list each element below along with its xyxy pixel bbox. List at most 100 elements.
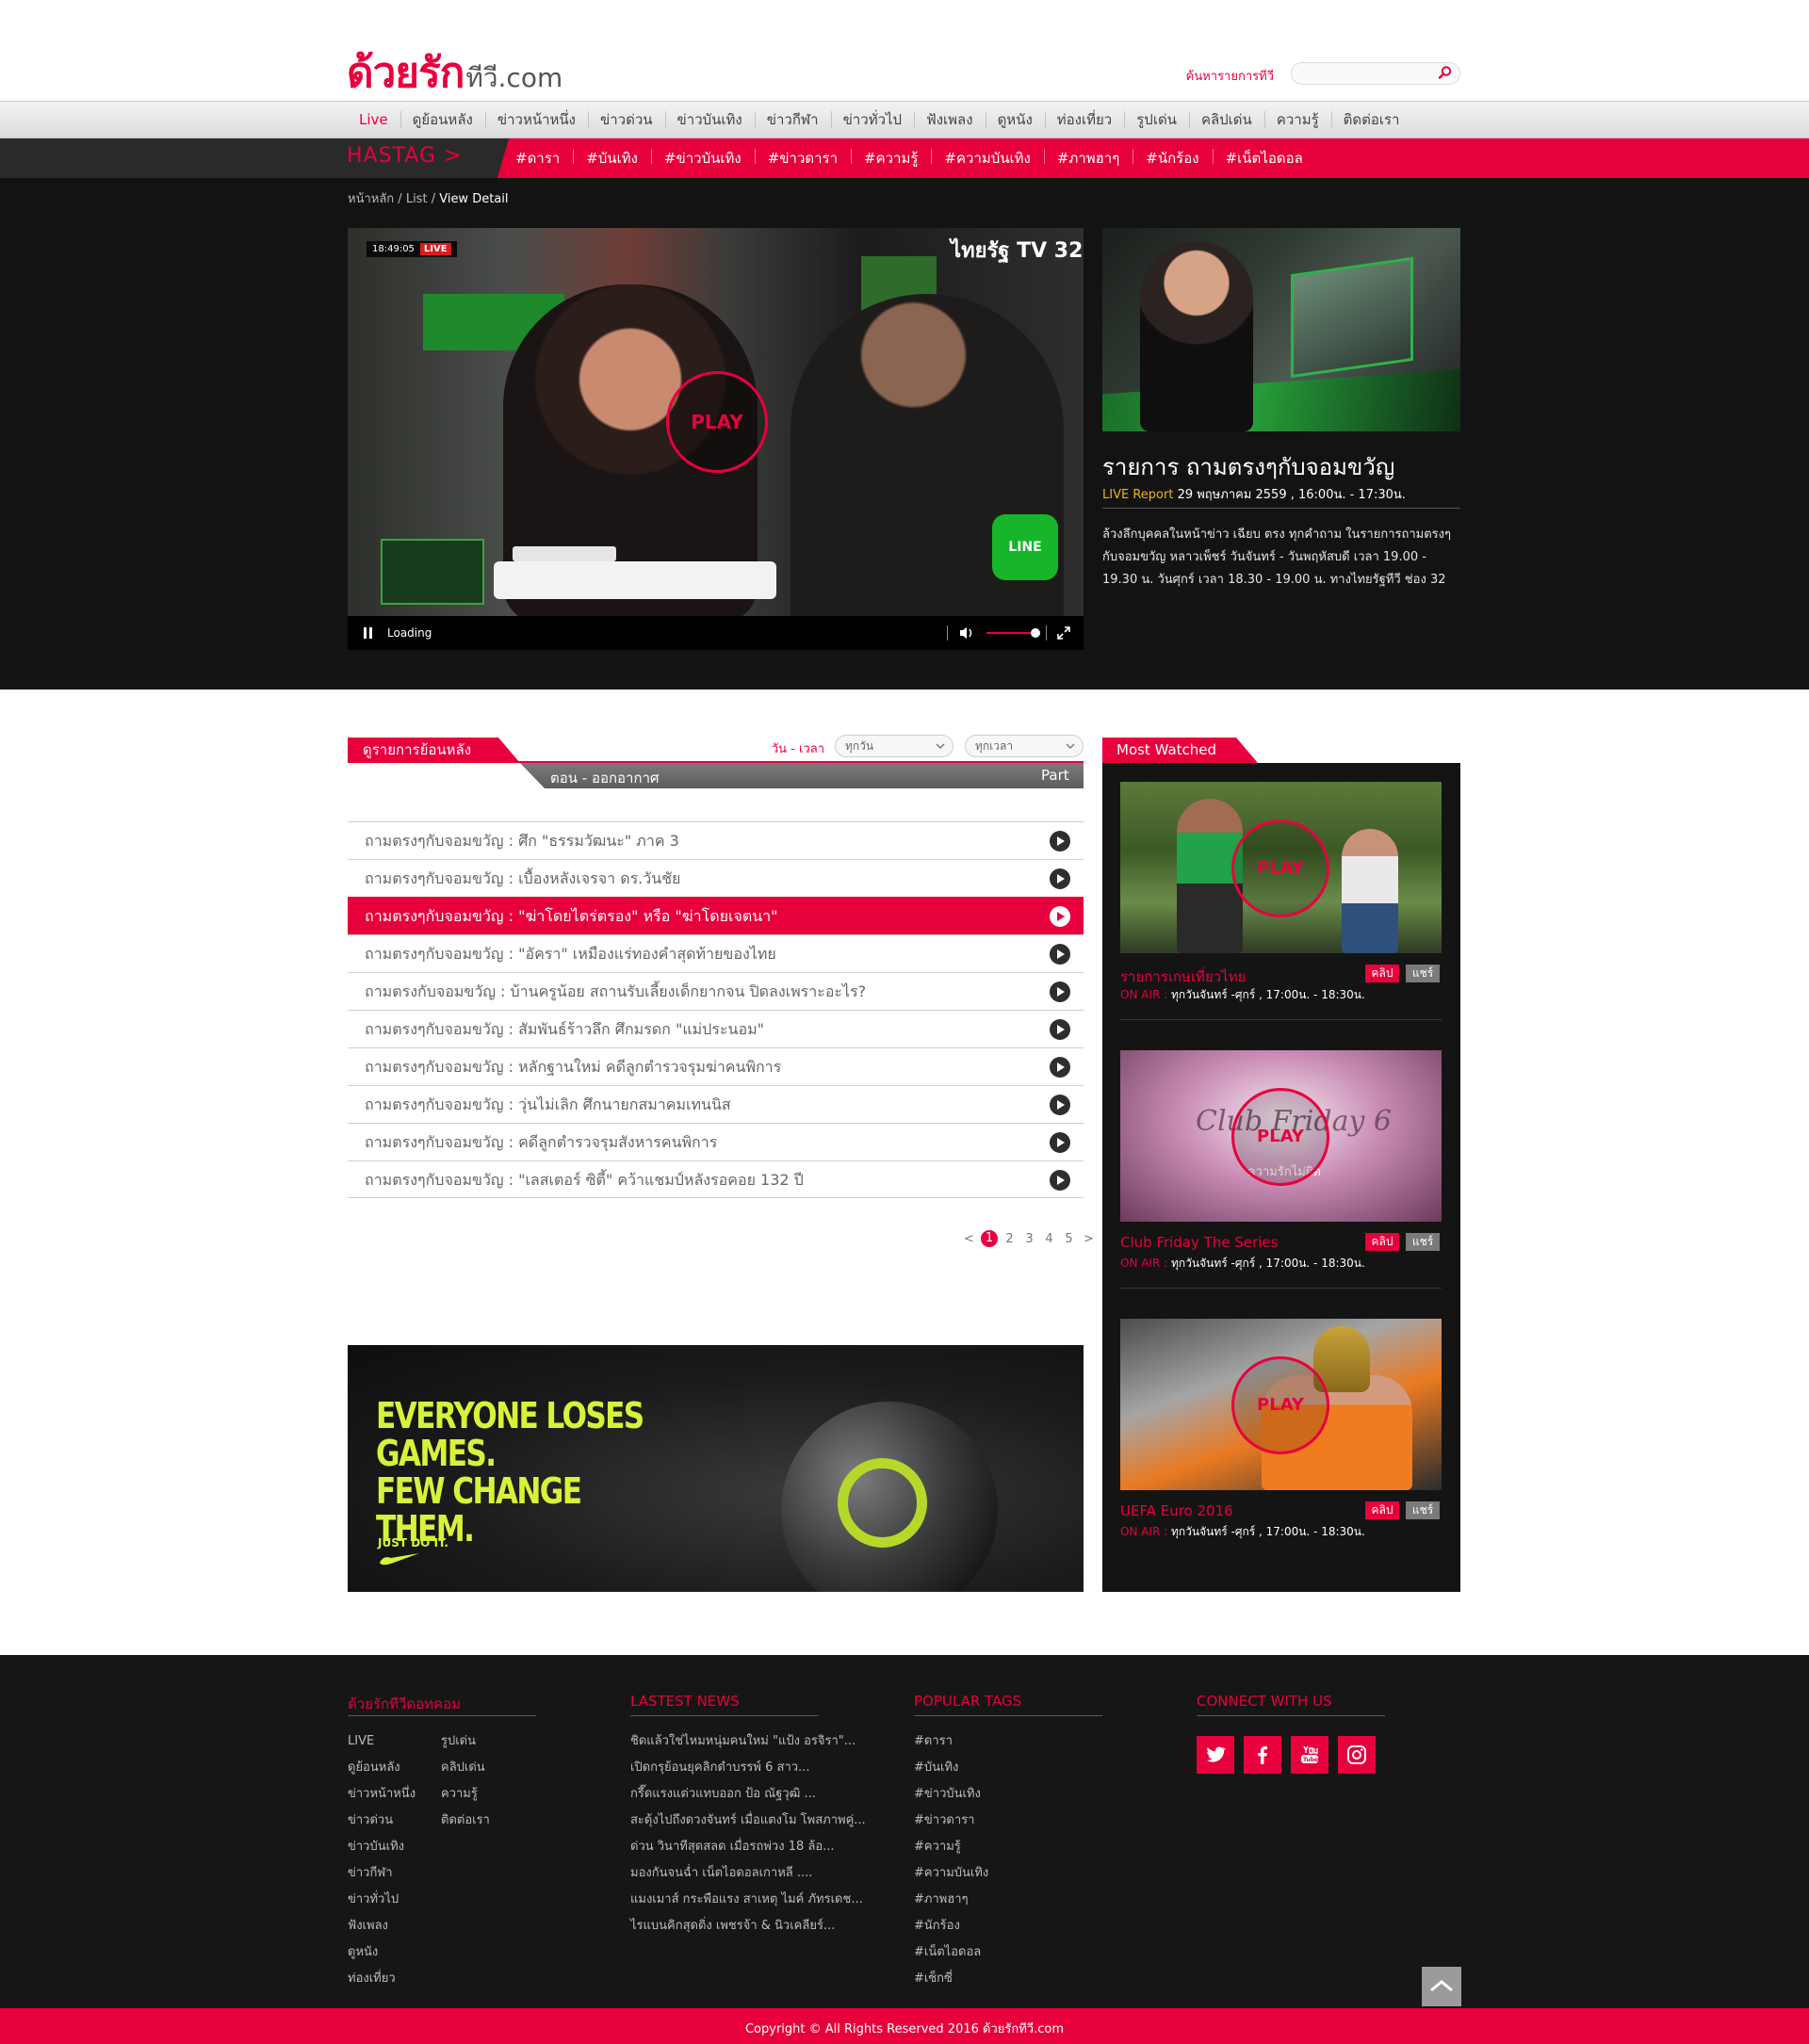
footer-news-link[interactable]: ด่วน วินาทีสุดสลด เมื่อรถพ่วง 18 ล้อ... (630, 1834, 866, 1860)
pagination-page-current[interactable]: 1 (981, 1230, 998, 1247)
clip-button[interactable]: คลิป (1365, 1501, 1399, 1519)
youtube-icon[interactable]: Tube (1291, 1736, 1328, 1774)
play-button-label[interactable]: PLAY (666, 371, 768, 473)
footer-tag-link[interactable]: #ข่าวดารา (914, 1808, 988, 1834)
episode-row[interactable]: ถามตรงๆกับจอมขวัญ : คดีลูกตำรวจรุมสังหาร… (348, 1123, 1084, 1160)
hashtag-item[interactable]: #เน็ตไอดอล (1212, 147, 1316, 170)
hashtag-item[interactable]: #ข่าวบันเทิง (650, 147, 755, 170)
back-to-top-button[interactable] (1422, 1967, 1461, 2006)
nav-item-front-page-news[interactable]: ข่าวหน้าหนึ่ง (484, 101, 588, 138)
nav-item-contact[interactable]: ติดต่อเรา (1330, 101, 1412, 138)
share-button[interactable]: แชร์ (1406, 1233, 1440, 1251)
nav-item-featured-photos[interactable]: รูปเด่น (1124, 101, 1189, 138)
most-watched-thumbnail[interactable]: PLAY (1120, 782, 1442, 953)
play-circle-icon[interactable] (1050, 944, 1070, 965)
video-frame[interactable]: 18:49:05 LIVE ไทยรัฐ TV 32 LINE PLAY (348, 228, 1084, 616)
play-circle-icon[interactable] (1050, 1057, 1070, 1078)
play-button-label[interactable]: PLAY (1231, 1088, 1329, 1186)
footer-link[interactable]: LIVE (348, 1728, 416, 1755)
nav-item-breaking-news[interactable]: ข่าวด่วน (587, 101, 665, 138)
play-circle-icon[interactable] (1050, 1132, 1070, 1153)
pagination-page[interactable]: 3 (1019, 1232, 1039, 1246)
footer-link[interactable]: ท่องเที่ยว (348, 1966, 416, 1992)
footer-news-link[interactable]: ไรแบนคิกสุดติ่ง เพชรจ้า & นิวเคลียร์... (630, 1913, 866, 1939)
footer-tag-link[interactable]: #ภาพฮาๆ (914, 1887, 988, 1913)
footer-news-link[interactable]: แมงเมาส์ กระพือแรง สาเหตุ ไมค์ ภัทรเดช..… (630, 1887, 866, 1913)
play-circle-icon[interactable] (1050, 1095, 1070, 1115)
site-logo[interactable]: ด้วยรัก ทีวี.com (347, 40, 562, 105)
nav-item-entertainment-news[interactable]: ข่าวบันเทิง (664, 101, 755, 138)
footer-tag-link[interactable]: #ข่าวบันเทิง (914, 1781, 988, 1808)
pagination-page[interactable]: 5 (1059, 1232, 1079, 1246)
share-button[interactable]: แชร์ (1406, 965, 1440, 982)
fullscreen-icon[interactable] (1056, 625, 1071, 641)
hashtag-item[interactable]: #ความรู้ (851, 147, 931, 170)
footer-link[interactable]: ดูหนัง (348, 1939, 416, 1966)
footer-news-link[interactable]: สะดุ้งไปถึงดวงจันทร์ เมื่อแตงโม โพสภาพคู… (630, 1808, 866, 1834)
pause-icon[interactable] (362, 626, 375, 640)
volume-icon[interactable] (958, 625, 975, 641)
play-circle-icon[interactable] (1050, 906, 1070, 927)
pagination-next[interactable]: > (1079, 1232, 1099, 1246)
footer-link[interactable]: ข่าวกีฬา (348, 1860, 416, 1887)
episode-row[interactable]: ถามตรงๆกับจอมขวัญ : ศึก "ธรรมวัฒนะ" ภาค … (348, 821, 1084, 859)
footer-news-link[interactable]: เปิดกรุย้อนยุคลิกดำบรรพ์ 6 สาว... (630, 1755, 866, 1781)
hashtag-item[interactable]: #บันเทิง (573, 147, 651, 170)
episode-row[interactable]: ถามตรงๆกับจอมขวัญ : เบื้องหลังเจรจา ดร.ว… (348, 859, 1084, 897)
breadcrumb-home[interactable]: หน้าหลัก (348, 192, 394, 206)
day-select[interactable]: ทุกวัน (835, 735, 953, 757)
footer-tag-link[interactable]: #ความรู้ (914, 1834, 988, 1860)
footer-link[interactable]: ติดต่อเรา (441, 1808, 490, 1834)
footer-link[interactable]: ดูย้อนหลัง (348, 1755, 416, 1781)
nav-item-live[interactable]: Live (347, 101, 400, 138)
twitter-icon[interactable] (1197, 1736, 1234, 1774)
play-button-label[interactable]: PLAY (1231, 1356, 1329, 1454)
episode-row[interactable]: ถามตรงๆกับจอมขวัญ : สัมพันธ์ร้าวลึก ศึกม… (348, 1010, 1084, 1047)
play-circle-icon[interactable] (1050, 1019, 1070, 1040)
pagination-prev[interactable]: < (959, 1232, 979, 1246)
clip-button[interactable]: คลิป (1365, 965, 1399, 982)
search-icon[interactable] (1438, 65, 1453, 80)
most-watched-thumbnail[interactable]: PLAY (1120, 1319, 1442, 1490)
episode-row[interactable]: ถามตรงๆกับจอมขวัญ : หลักฐานใหม่ คดีลูกตำ… (348, 1047, 1084, 1085)
hashtag-item[interactable]: #ความบันเทิง (931, 147, 1043, 170)
play-circle-icon[interactable] (1050, 831, 1070, 852)
volume-slider-track[interactable] (986, 632, 1035, 634)
footer-tag-link[interactable]: #นักร้อง (914, 1913, 988, 1939)
nav-item-knowledge[interactable]: ความรู้ (1263, 101, 1331, 138)
footer-tag-link[interactable]: #บันเทิง (914, 1755, 988, 1781)
footer-tag-link[interactable]: #ความบันเทิง (914, 1860, 988, 1887)
episode-row[interactable]: ถามตรงๆกับจอมขวัญ : "อัครา" เหมืองแร่ทอง… (348, 934, 1084, 972)
episode-row[interactable]: ถามตรงกับจอมขวัญ : บ้านครูน้อย สถานรับเล… (348, 972, 1084, 1010)
hashtag-item[interactable]: #นักร้อง (1133, 147, 1212, 170)
footer-link[interactable]: ฟังเพลง (348, 1913, 416, 1939)
nav-item-featured-clips[interactable]: คลิปเด่น (1188, 101, 1264, 138)
episode-row-active[interactable]: ถามตรงๆกับจอมขวัญ : "ฆ่าโดยไตร่ตรอง" หรื… (348, 897, 1084, 934)
share-button[interactable]: แชร์ (1406, 1501, 1440, 1519)
instagram-icon[interactable] (1338, 1736, 1376, 1774)
most-watched-title[interactable]: รายการเกษเที่ยวไทย (1120, 965, 1246, 988)
clip-button[interactable]: คลิป (1365, 1233, 1399, 1251)
volume-slider-handle[interactable] (1031, 628, 1040, 638)
episode-row[interactable]: ถามตรงๆกับจอมขวัญ : "เลสเตอร์ ซิตี้" คว้… (348, 1160, 1084, 1198)
footer-news-link[interactable]: ชิดแล้วใช่ไหมหนุ่มคนใหม่ "แป้ง อรจิรา"..… (630, 1728, 866, 1755)
nav-item-sports-news[interactable]: ข่าวกีฬา (754, 101, 831, 138)
footer-tag-link[interactable]: #เน็ตไอดอล (914, 1939, 988, 1966)
footer-tag-link[interactable]: #เซ็กซี่ (914, 1966, 988, 1992)
facebook-icon[interactable] (1244, 1736, 1281, 1774)
footer-news-link[interactable]: กรี๊ดแรงแต่วแทบออก ป้อ ณัฐวุฒิ ... (630, 1781, 866, 1808)
footer-news-link[interactable]: มองกันจนฉ่ำ เน็ตไอดอลเกาหลี .... (630, 1860, 866, 1887)
hashtag-item[interactable]: #ดารา (502, 147, 573, 170)
footer-link[interactable]: ข่าวบันเทิง (348, 1834, 416, 1860)
play-circle-icon[interactable] (1050, 1170, 1070, 1191)
breadcrumb-list[interactable]: List (406, 192, 428, 206)
play-circle-icon[interactable] (1050, 981, 1070, 1002)
footer-link[interactable]: รูปเด่น (441, 1728, 490, 1755)
most-watched-title[interactable]: Club Friday The Series (1120, 1234, 1278, 1251)
footer-link[interactable]: ข่าวทั่วไป (348, 1887, 416, 1913)
feature-thumbnail[interactable] (1102, 228, 1460, 431)
play-circle-icon[interactable] (1050, 868, 1070, 889)
most-watched-thumbnail[interactable]: Club Friday 6 ความรักไม่ผิด PLAY (1120, 1050, 1442, 1222)
episode-row[interactable]: ถามตรงๆกับจอมขวัญ : วุ่นไม่เลิก ศึกนายกส… (348, 1085, 1084, 1123)
footer-link[interactable]: คลิปเด่น (441, 1755, 490, 1781)
